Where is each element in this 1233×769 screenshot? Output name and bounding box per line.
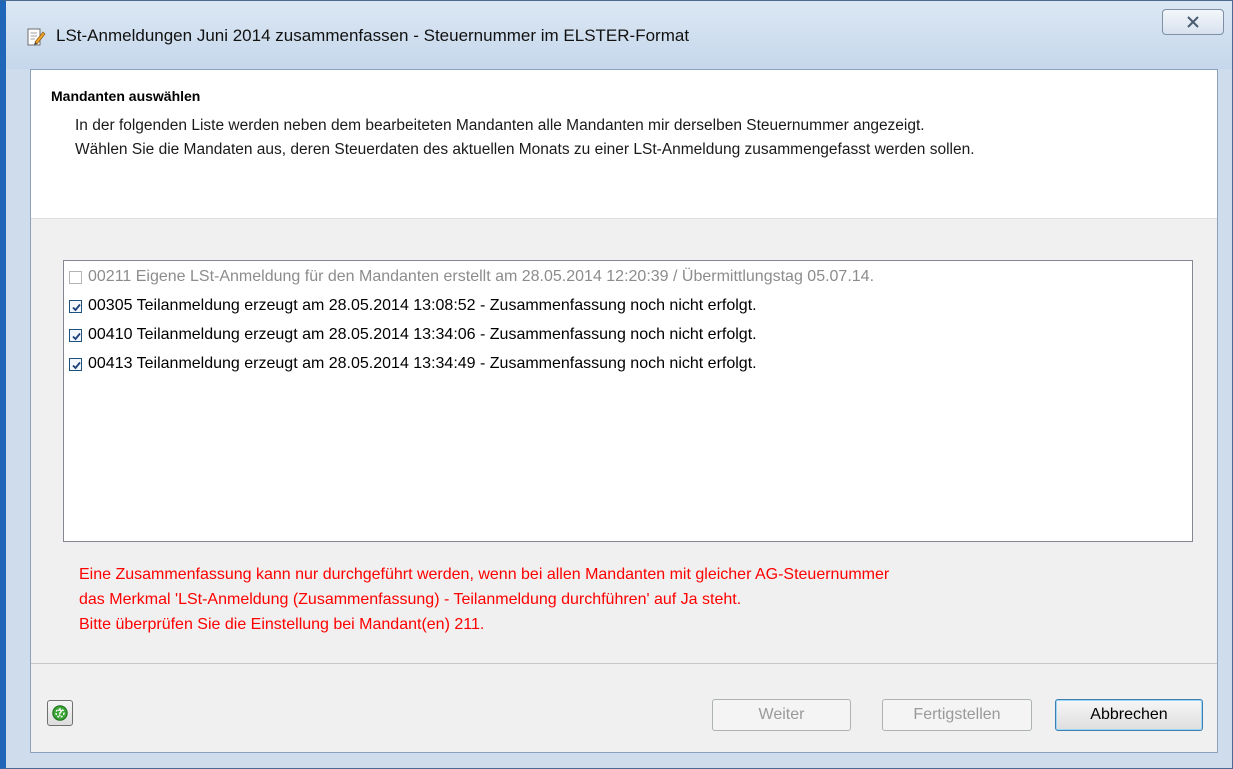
checkbox-00305[interactable] [69,300,82,313]
list-item-00211: 00211 Eigene LSt-Anmeldung für den Manda… [69,268,1179,290]
error-message-line-2: das Merkmal 'LSt-Anmeldung (Zusammenfass… [79,591,742,608]
checkmark-icon [72,332,81,341]
weiter-button[interactable]: Weiter [712,699,851,731]
header-panel: Mandanten auswählen In der folgenden Lis… [31,70,1217,219]
list-item-label: 00413 Teilanmeldung erzeugt am 28.05.201… [88,355,757,372]
window-title: LSt-Anmeldungen Juni 2014 zusammenfassen… [56,26,690,45]
error-message-line-1: Eine Zusammenfassung kann nur durchgefüh… [79,566,890,583]
help-button[interactable]: ? [47,700,73,726]
help-icon: ? [52,705,68,721]
title-bar: LSt-Anmeldungen Juni 2014 zusammenfassen… [6,1,1232,69]
checkbox-00413[interactable] [69,358,82,371]
error-message-line-3: Bitte überprüfen Sie die Einstellung bei… [79,616,485,633]
checkmark-icon [72,303,81,312]
checkbox-00211 [69,271,82,284]
list-item-00410[interactable]: 00410 Teilanmeldung erzeugt am 28.05.201… [69,326,1179,348]
list-item-00413[interactable]: 00413 Teilanmeldung erzeugt am 28.05.201… [69,355,1179,377]
close-button[interactable] [1162,9,1224,35]
list-item-label: 00410 Teilanmeldung erzeugt am 28.05.201… [88,326,757,343]
edit-document-icon [26,27,46,47]
checkbox-00410[interactable] [69,329,82,342]
checkmark-icon [72,361,81,370]
dialog-content: Mandanten auswählen In der folgenden Lis… [30,69,1218,753]
description-line-2: Wählen Sie die Mandaten aus, deren Steue… [75,141,975,158]
mandant-checklist[interactable]: 00211 Eigene LSt-Anmeldung für den Manda… [63,260,1193,542]
abbrechen-button[interactable]: Abbrechen [1055,699,1203,731]
footer-divider [31,663,1217,664]
section-title: Mandanten auswählen [51,88,201,104]
fertigstellen-button[interactable]: Fertigstellen [882,699,1032,731]
list-item-label: 00211 Eigene LSt-Anmeldung für den Manda… [88,268,875,285]
description-line-1: In der folgenden Liste werden neben dem … [75,117,925,134]
svg-text:?: ? [57,709,62,719]
dialog-window: LSt-Anmeldungen Juni 2014 zusammenfassen… [0,0,1233,769]
close-icon [1187,16,1199,28]
list-item-label: 00305 Teilanmeldung erzeugt am 28.05.201… [88,297,757,314]
list-item-00305[interactable]: 00305 Teilanmeldung erzeugt am 28.05.201… [69,297,1179,319]
